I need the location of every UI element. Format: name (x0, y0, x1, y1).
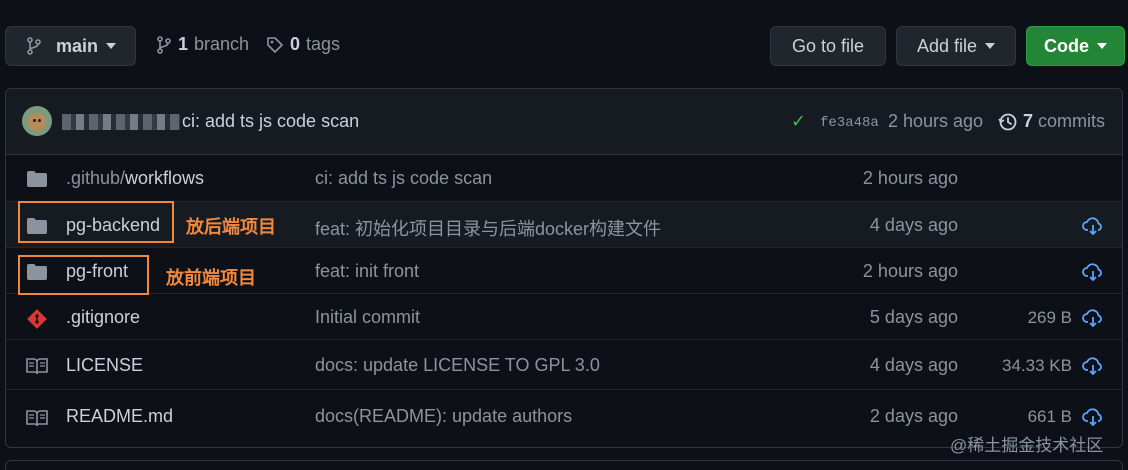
latest-commit-header: ci: add ts js code scan ✓ fe3a48a 2 hour… (6, 89, 1122, 155)
annotation-box-backend (18, 201, 174, 243)
file-commit-message[interactable]: Initial commit (315, 307, 420, 328)
tag-count: 0 (290, 34, 301, 54)
watermark: @稀土掘金技术社区 (950, 436, 1104, 455)
chevron-down-icon (1097, 43, 1107, 49)
add-file-label: Add file (916, 35, 978, 56)
git-branch-icon (157, 35, 171, 54)
book-icon (26, 358, 48, 375)
file-age: 4 days ago (869, 355, 958, 375)
tag-icon (267, 36, 283, 53)
go-to-file-button[interactable]: Go to file (770, 26, 886, 66)
git-branch-icon (27, 37, 41, 55)
next-section-border (5, 460, 1123, 470)
annotation-label-front: 放前端项目 (166, 268, 256, 288)
book-icon (26, 410, 48, 427)
annotation-box-front (18, 255, 149, 295)
file-age: 2 days ago (869, 406, 958, 426)
file-age: 2 hours ago (862, 261, 958, 281)
branch-count: 1 (178, 34, 189, 54)
tag-word: tags (306, 34, 341, 54)
file-commit-message[interactable]: feat: init front (315, 261, 419, 282)
latest-commit-message[interactable]: ci: add ts js code scan (182, 111, 359, 132)
author-name-redacted (62, 114, 180, 130)
branch-label: main (56, 35, 99, 56)
commit-count: 7 (1023, 111, 1034, 131)
commit-word: commits (1038, 111, 1106, 131)
download-cloud-icon[interactable] (1082, 308, 1104, 328)
file-age: 4 days ago (869, 215, 958, 235)
annotation-label-backend: 放后端项目 (186, 217, 276, 237)
download-cloud-icon[interactable] (1082, 262, 1104, 282)
file-name[interactable]: README.md (66, 406, 173, 427)
file-size: 269 B (1027, 308, 1072, 327)
download-cloud-icon[interactable] (1082, 407, 1104, 427)
file-commit-message[interactable]: docs(README): update authors (315, 406, 572, 427)
file-name[interactable]: LICENSE (66, 355, 143, 376)
branches-link[interactable]: 1 branch (156, 34, 249, 55)
avatar[interactable] (22, 106, 52, 136)
code-label: Code (1044, 35, 1089, 56)
commits-link[interactable]: 7 commits (998, 111, 1105, 132)
branch-select-button[interactable]: main (5, 26, 136, 66)
file-size: 34.33 KB (1002, 356, 1072, 375)
add-file-button[interactable]: Add file (896, 26, 1016, 66)
file-commit-message[interactable]: feat: 初始化项目目录与后端docker构建文件 (315, 215, 661, 241)
check-icon[interactable]: ✓ (791, 111, 806, 132)
file-name[interactable]: .github/workflows (66, 168, 204, 189)
history-icon (998, 113, 1017, 130)
commit-time: 2 hours ago (888, 111, 984, 131)
folder-icon (27, 171, 47, 187)
file-commit-message[interactable]: docs: update LICENSE TO GPL 3.0 (315, 355, 600, 376)
commit-sha[interactable]: fe3a48a (820, 115, 879, 131)
file-age: 5 days ago (869, 307, 958, 327)
download-cloud-icon[interactable] (1082, 356, 1104, 376)
chevron-down-icon (106, 43, 117, 49)
file-row[interactable]: .gitignore Initial commit 5 days ago 269… (6, 293, 1122, 339)
file-age: 2 hours ago (862, 168, 958, 188)
git-file-icon (27, 309, 47, 329)
file-size: 661 B (1027, 407, 1072, 426)
branch-word: branch (194, 34, 250, 54)
repo-toolbar: main 1 branch 0 tags Go to file Add file… (0, 0, 1128, 92)
tags-link[interactable]: 0 tags (266, 34, 340, 55)
file-row[interactable]: .github/workflows ci: add ts js code sca… (6, 155, 1122, 201)
file-commit-message[interactable]: ci: add ts js code scan (315, 168, 492, 189)
file-name[interactable]: .gitignore (66, 307, 140, 328)
download-cloud-icon[interactable] (1082, 216, 1104, 236)
chevron-down-icon (985, 43, 996, 49)
file-row[interactable]: LICENSE docs: update LICENSE TO GPL 3.0 … (6, 339, 1122, 389)
code-button[interactable]: Code (1026, 26, 1125, 66)
